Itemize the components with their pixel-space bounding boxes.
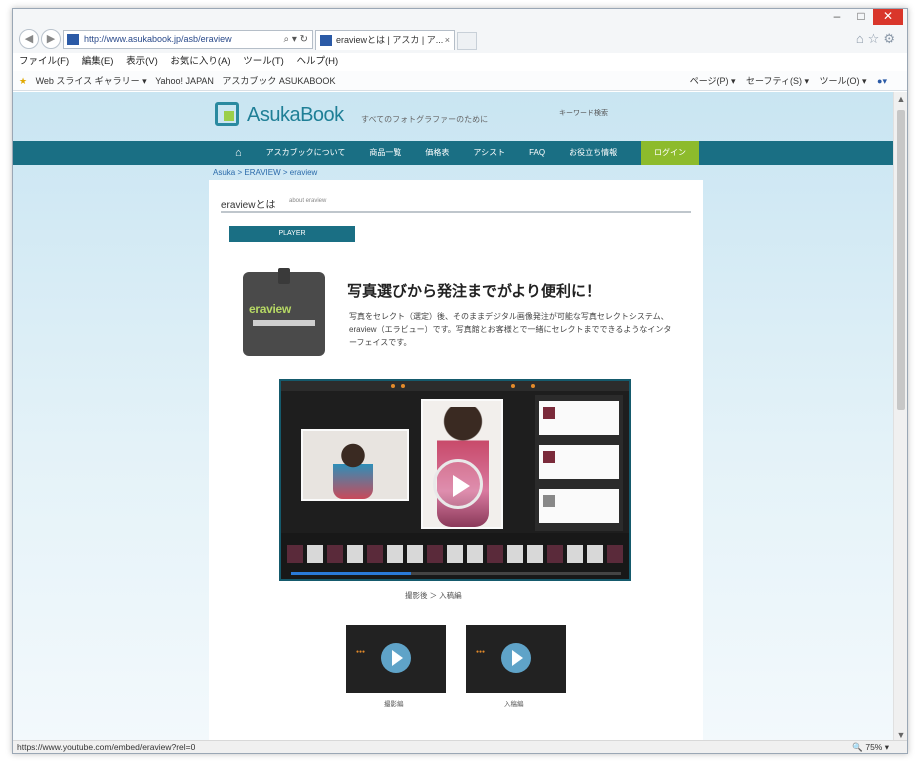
new-tab-button[interactable] bbox=[457, 32, 477, 50]
site-tagline: すべてのフォトグラファーのために bbox=[361, 115, 489, 124]
menu-edit[interactable]: 編集(E) bbox=[82, 56, 114, 67]
main-content: eraviewとは about eraview PLAYER eraview 写… bbox=[209, 180, 703, 742]
tools-menu[interactable]: ツール(O) ▾ bbox=[820, 76, 867, 86]
global-nav-items: ⌂ アスカブックについて 商品一覧 価格表 アシスト FAQ お役立ち情報 お問… bbox=[223, 141, 701, 165]
site-logo-text[interactable]: AsukaBook bbox=[247, 104, 344, 127]
video-progress-bar[interactable] bbox=[291, 572, 621, 575]
tab-close-icon[interactable]: × bbox=[445, 31, 450, 50]
eraview-icon-word: eraview bbox=[249, 302, 291, 316]
back-button[interactable]: ◀ bbox=[19, 29, 39, 49]
home-icon[interactable]: ⌂ bbox=[223, 141, 254, 165]
favorites-bar: ★ Web スライス ギャラリー ▾ Yahoo! JAPAN アスカブック A… bbox=[13, 71, 907, 91]
clip-icon bbox=[278, 268, 290, 284]
zoom-value: 75% bbox=[865, 742, 883, 752]
tab-favicon-icon bbox=[320, 35, 332, 46]
close-icon[interactable]: ✕ bbox=[873, 9, 903, 25]
menu-tools[interactable]: ツール(T) bbox=[243, 56, 284, 67]
menu-favorites[interactable]: お気に入り(A) bbox=[170, 56, 230, 67]
main-video-caption: 撮影後 ＞ 入稿編 bbox=[405, 591, 462, 600]
nav-about[interactable]: アスカブックについて bbox=[254, 141, 358, 165]
scroll-up-icon[interactable]: ▲ bbox=[894, 92, 907, 106]
small-video-left-caption: 撮影編 bbox=[384, 701, 404, 708]
menu-file[interactable]: ファイル(F) bbox=[19, 56, 69, 67]
vertical-scrollbar[interactable]: ▲ ▼ bbox=[893, 92, 907, 742]
asukabook-logo-icon[interactable] bbox=[215, 102, 239, 126]
favorite-asukabook[interactable]: アスカブック ASUKABOOK bbox=[222, 76, 335, 86]
nav-login-button[interactable]: ログイン bbox=[641, 141, 699, 165]
menu-help[interactable]: ヘルプ(H) bbox=[297, 56, 339, 67]
minimize-icon[interactable]: – bbox=[825, 9, 849, 25]
nav-products[interactable]: 商品一覧 bbox=[357, 141, 413, 165]
thumbnail-strip bbox=[281, 533, 629, 579]
favorites-star-icon[interactable]: ★ bbox=[19, 76, 27, 86]
menu-bar: ファイル(F) 編集(E) 表示(V) お気に入り(A) ツール(T) ヘルプ(… bbox=[13, 53, 907, 71]
main-video-player[interactable] bbox=[279, 379, 631, 581]
help-icon[interactable]: ●▾ bbox=[877, 76, 887, 86]
feature-title: 写真選びから発注までがより便利に！ bbox=[347, 283, 601, 300]
site-favicon-icon bbox=[67, 34, 79, 45]
nav-faq[interactable]: FAQ bbox=[517, 141, 557, 165]
search-refresh-icon[interactable]: ⌕ ▾ ↻ bbox=[283, 31, 308, 48]
menu-view[interactable]: 表示(V) bbox=[126, 56, 158, 67]
eraview-app-icon: eraview bbox=[243, 268, 325, 356]
page-viewport: AsukaBook すべてのフォトグラファーのために キーワード検索 ⌂ アスカ… bbox=[13, 92, 895, 742]
player-tab-button[interactable]: PLAYER bbox=[229, 226, 355, 242]
small-video-right-play-icon[interactable] bbox=[501, 643, 531, 673]
scroll-thumb[interactable] bbox=[897, 110, 905, 410]
zoom-level[interactable]: 🔍 75% ▾ bbox=[852, 741, 889, 753]
safety-menu[interactable]: セーフティ(S) ▾ bbox=[746, 76, 809, 86]
forward-button[interactable]: ▶ bbox=[41, 29, 61, 49]
address-url: http://www.asukabook.jp/asb/eraview bbox=[84, 34, 232, 44]
title-bar: – □ ✕ bbox=[13, 9, 907, 27]
nav-assist[interactable]: アシスト bbox=[461, 141, 517, 165]
favorite-web-slice[interactable]: Web スライス ギャラリー ▾ bbox=[36, 76, 147, 86]
icon-band bbox=[253, 320, 315, 326]
address-bar[interactable]: http://www.asukabook.jp/asb/eraview ⌕ ▾ … bbox=[63, 30, 313, 49]
browser-window: – □ ✕ ◀ ▶ http://www.asukabook.jp/asb/er… bbox=[12, 8, 908, 754]
app-toolbar bbox=[281, 381, 629, 391]
video-play-icon[interactable] bbox=[433, 459, 483, 509]
small-video-right[interactable]: ●●● bbox=[466, 625, 566, 693]
home-favorites-settings-icons[interactable]: ⌂☆⚙ bbox=[856, 31, 899, 47]
site-header: AsukaBook すべてのフォトグラファーのために キーワード検索 bbox=[209, 98, 709, 136]
status-url: https://www.youtube.com/embed/eraview?re… bbox=[17, 742, 196, 752]
page-menu[interactable]: ページ(P) ▾ bbox=[690, 76, 736, 86]
status-bar: https://www.youtube.com/embed/eraview?re… bbox=[13, 740, 907, 753]
small-video-left[interactable]: ●●● bbox=[346, 625, 446, 693]
navigation-row: ◀ ▶ http://www.asukabook.jp/asb/eraview … bbox=[13, 27, 907, 53]
page-subtitle: about eraview bbox=[289, 198, 327, 204]
photo-preview-left bbox=[301, 429, 409, 501]
global-nav: ⌂ アスカブックについて 商品一覧 価格表 アシスト FAQ お役立ち情報 お問… bbox=[13, 141, 895, 165]
small-video-left-play-icon[interactable] bbox=[381, 643, 411, 673]
small-video-right-caption: 入稿編 bbox=[504, 701, 524, 708]
feature-description: 写真をセレクト（選定）後、そのままデジタル画像発注が可能な写真セレクトシステム、… bbox=[349, 312, 672, 347]
breadcrumb[interactable]: Asuka > ERAVIEW > eraview bbox=[213, 168, 317, 177]
tab-title: eraviewとは | アスカ | ア... bbox=[336, 35, 444, 45]
tab-eraview[interactable]: eraviewとは | アスカ | ア... × bbox=[315, 30, 455, 50]
nav-info[interactable]: お役立ち情報 bbox=[557, 141, 629, 165]
favorite-yahoo[interactable]: Yahoo! JAPAN bbox=[155, 76, 214, 86]
title-divider bbox=[221, 211, 691, 213]
window-controls: – □ ✕ bbox=[825, 9, 903, 25]
maximize-icon[interactable]: □ bbox=[849, 9, 873, 25]
header-search[interactable]: キーワード検索 bbox=[559, 108, 709, 122]
page-title: eraviewとは bbox=[221, 200, 276, 211]
nav-prices[interactable]: 価格表 bbox=[413, 141, 461, 165]
selection-panel bbox=[535, 395, 623, 531]
